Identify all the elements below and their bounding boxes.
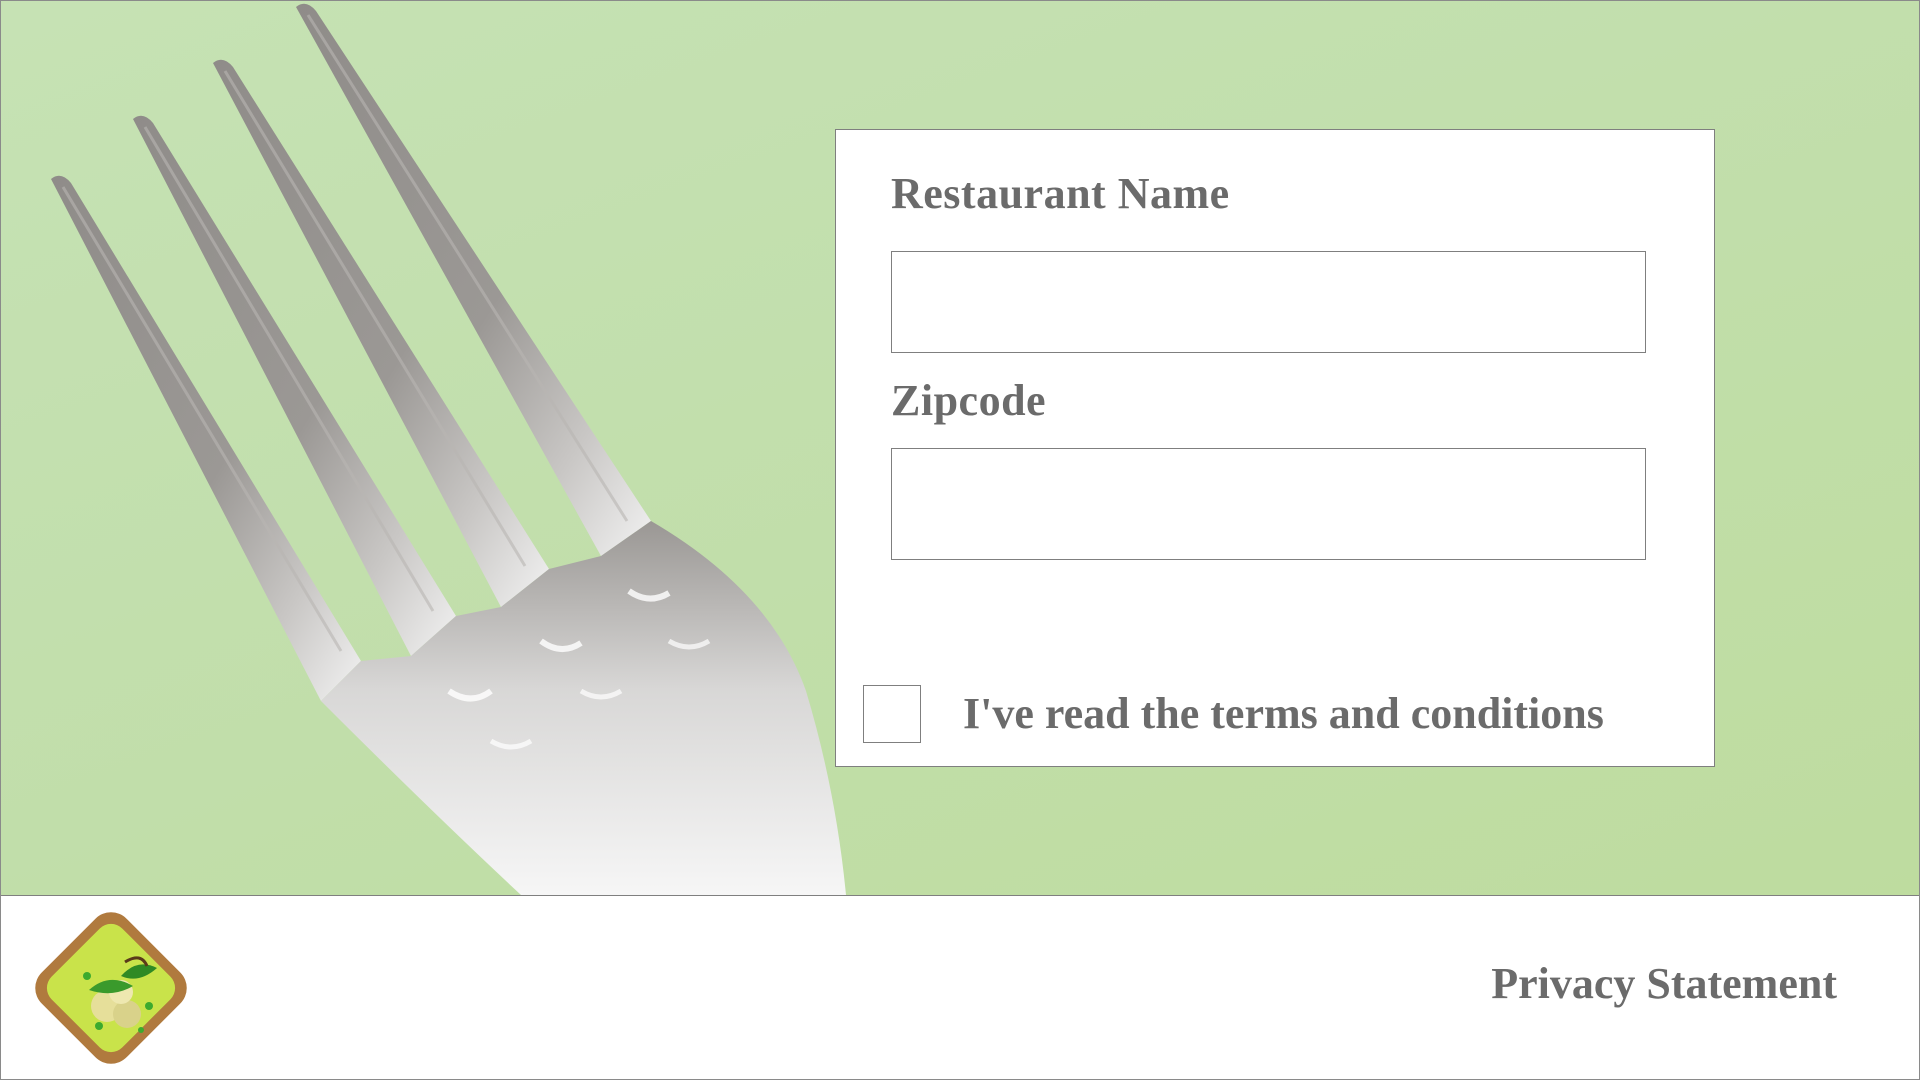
privacy-statement-link[interactable]: Privacy Statement	[1491, 958, 1837, 1009]
food-bowl-logo-icon[interactable]	[29, 906, 193, 1070]
restaurant-name-input[interactable]	[891, 251, 1646, 353]
footer: Privacy Statement	[1, 895, 1919, 1079]
terms-checkbox[interactable]	[863, 685, 921, 743]
restaurant-form: Restaurant Name Zipcode I've read the te…	[835, 129, 1715, 767]
restaurant-name-label: Restaurant Name	[891, 169, 1230, 218]
page: Restaurant Name Zipcode I've read the te…	[0, 0, 1920, 1080]
terms-row: I've read the terms and conditions	[863, 685, 1703, 745]
terms-label: I've read the terms and conditions	[963, 689, 1604, 738]
hero-banner: Restaurant Name Zipcode I've read the te…	[1, 1, 1919, 895]
zipcode-input[interactable]	[891, 448, 1646, 560]
zipcode-label: Zipcode	[891, 376, 1047, 425]
